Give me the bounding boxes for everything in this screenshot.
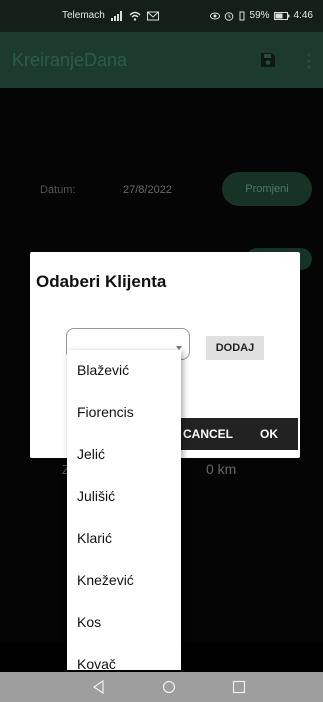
client-option[interactable]: Fiorencis <box>77 404 134 420</box>
app-bar: KreiranjeDana <box>0 32 323 88</box>
signal-icon <box>110 10 122 21</box>
datum-value: 27/8/2022 <box>123 184 172 196</box>
vibrate-icon <box>239 11 245 20</box>
cancel-button[interactable]: CANCEL <box>176 418 240 450</box>
client-option[interactable]: Knežević <box>77 572 134 588</box>
wifi-icon <box>129 11 141 21</box>
promjeni-button[interactable]: Promjeni <box>222 172 312 206</box>
client-option[interactable]: Kovač <box>77 656 116 670</box>
client-option[interactable]: Kos <box>77 614 101 630</box>
client-dropdown-list: Blažević Fiorencis Jelić Julišić Klarić … <box>67 350 181 670</box>
carrier-label: Telemach <box>62 10 105 21</box>
dodaj-button[interactable]: DODAJ <box>206 336 264 360</box>
battery-icon <box>273 11 290 20</box>
status-bar: Telemach 59% 4:46 <box>0 0 323 32</box>
navigation-bar <box>0 672 323 702</box>
more-vert-icon[interactable] <box>306 52 312 70</box>
save-icon[interactable] <box>260 52 276 68</box>
eye-icon <box>209 12 220 19</box>
client-option[interactable]: Julišić <box>77 488 115 504</box>
message-icon <box>146 11 159 20</box>
back-icon[interactable] <box>92 680 106 694</box>
client-option[interactable]: Blažević <box>77 362 129 378</box>
client-option[interactable]: Jelić <box>77 446 105 462</box>
km-value: 0 km <box>206 461 237 477</box>
clock-time: 4:46 <box>293 10 313 21</box>
app-title: KreiranjeDana <box>12 50 128 70</box>
recent-apps-icon[interactable] <box>232 680 246 694</box>
ok-button[interactable]: OK <box>240 418 298 450</box>
datum-label: Datum: <box>40 184 76 196</box>
home-icon[interactable] <box>162 680 176 694</box>
client-option[interactable]: Klarić <box>77 530 112 546</box>
battery-percent: 59% <box>249 10 270 21</box>
dialog-title: Odaberi Klijenta <box>36 272 167 291</box>
alarm-icon <box>224 11 233 21</box>
